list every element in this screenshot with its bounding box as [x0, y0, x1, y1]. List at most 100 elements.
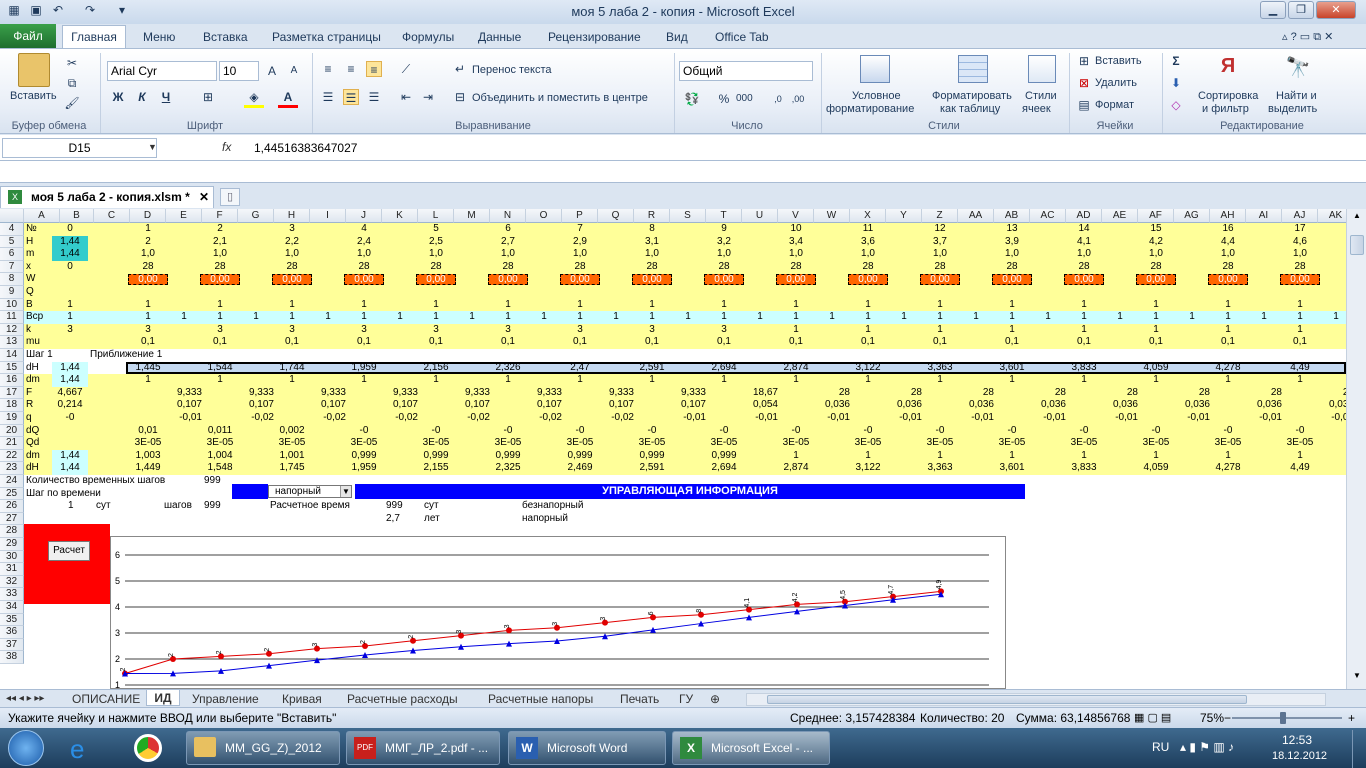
sheet-tab-curve[interactable]: Кривая [282, 691, 322, 707]
tab-data[interactable]: Данные [478, 27, 521, 47]
paste-icon[interactable] [18, 53, 50, 87]
column-header[interactable]: V [778, 209, 814, 223]
currency-icon[interactable]: 💱 [684, 91, 700, 107]
worksheet-grid[interactable]: A B C D E F G H I J K L M N O P Q R S T U V W X Y Z AA AB AC AD AE AF AG… [0, 209, 1346, 689]
row-header[interactable]: 25 [0, 487, 24, 501]
close-button[interactable]: ✕ [1316, 1, 1356, 19]
cell-styles-label-2[interactable]: ячеек [1022, 103, 1051, 115]
horizontal-scrollbar[interactable] [746, 693, 1326, 706]
tab-home[interactable]: Главная [62, 25, 126, 49]
row-header[interactable]: 5 [0, 235, 24, 249]
column-header[interactable]: C [94, 209, 130, 223]
start-button[interactable] [8, 730, 44, 766]
decrease-decimal-icon[interactable]: ,00 [790, 91, 806, 107]
autosum-icon[interactable]: Σ [1168, 53, 1184, 69]
wrap-text-icon[interactable]: ↵ [452, 61, 468, 77]
column-header[interactable]: H [274, 209, 310, 223]
row-header[interactable]: 19 [0, 412, 24, 425]
zoom-slider-track[interactable] [1232, 717, 1342, 719]
row-header[interactable]: 18 [0, 399, 24, 412]
conditional-format-label-2[interactable]: форматирование [826, 103, 914, 115]
row-header[interactable]: 21 [0, 437, 24, 450]
row-header[interactable]: 32 [0, 575, 24, 589]
sheet-tab-print[interactable]: Печать [620, 691, 659, 707]
column-header[interactable]: N [490, 209, 526, 223]
tab-menu[interactable]: Меню [143, 27, 175, 47]
font-size-select[interactable]: 10 [219, 61, 259, 81]
column-header[interactable]: Q [598, 209, 634, 223]
column-header[interactable]: AA [958, 209, 994, 223]
font-name-select[interactable]: Arial Cyr [107, 61, 217, 81]
align-top-icon[interactable]: ≡ [320, 61, 336, 77]
row-header[interactable]: 6 [0, 248, 24, 261]
scroll-thumb[interactable] [1350, 235, 1364, 255]
sheet-tab-id[interactable]: ИД [146, 690, 180, 706]
sheet-nav-icons[interactable]: ◂◂ ◂ ▸ ▸▸ [6, 691, 44, 707]
find-select-icon[interactable]: 🔭 [1284, 55, 1312, 83]
column-header[interactable]: J [346, 209, 382, 223]
column-header[interactable]: AK [1318, 209, 1346, 223]
merge-center-button[interactable]: Объединить и поместить в центре [472, 92, 648, 104]
zoom-slider-thumb[interactable] [1280, 712, 1286, 724]
namebox-dropdown-icon[interactable]: ▼ [148, 142, 157, 152]
dropdown-arrow-icon[interactable]: ▼ [340, 486, 351, 497]
format-cells-button[interactable]: Формат [1095, 99, 1134, 111]
vertical-scrollbar[interactable]: ▲ ▼ [1346, 209, 1366, 689]
column-header[interactable]: A [24, 209, 60, 223]
select-all-corner[interactable] [0, 209, 24, 223]
formula-input[interactable]: 1,44516383647027 [254, 141, 357, 155]
close-doc-tab-icon[interactable]: ✕ [199, 187, 209, 207]
paste-button[interactable]: Вставить [10, 90, 57, 102]
chrome-icon[interactable] [134, 734, 162, 762]
row-header[interactable]: 16 [0, 374, 24, 387]
scroll-down-icon[interactable]: ▼ [1350, 671, 1364, 685]
insert-cells-button[interactable]: Вставить [1095, 55, 1142, 67]
increase-decimal-icon[interactable]: ,0 [770, 91, 786, 107]
column-header[interactable]: K [382, 209, 418, 223]
insert-function-button[interactable]: fx [222, 140, 231, 154]
percent-button[interactable]: % [716, 91, 732, 107]
scroll-up-icon[interactable]: ▲ [1350, 211, 1364, 225]
chart-area[interactable]: 1 2 3 4 5 6 2 2 2 2 3 2 2 3 3 3 3 6 8 4,1 4,2 4,5 4,7 4,9 [110, 536, 1006, 689]
table-format-icon[interactable] [958, 55, 988, 83]
row-header[interactable]: 37 [0, 638, 24, 652]
row-header[interactable]: 33 [0, 588, 24, 601]
sheet-tab-heads[interactable]: Расчетные напоры [488, 691, 593, 707]
column-header[interactable]: R [634, 209, 670, 223]
thousands-button[interactable]: 000 [736, 91, 753, 107]
row-header[interactable]: 9 [0, 286, 24, 299]
bold-button[interactable]: Ж [110, 89, 126, 105]
conditional-format-icon[interactable] [860, 55, 890, 83]
tab-formulas[interactable]: Формулы [402, 27, 454, 47]
tab-file[interactable]: Файл [0, 24, 56, 48]
column-header[interactable]: I [310, 209, 346, 223]
underline-button[interactable]: Ч [158, 89, 174, 105]
tab-office-tab[interactable]: Office Tab [715, 27, 769, 47]
align-center-icon[interactable]: ☰ [343, 89, 359, 105]
row-header[interactable]: 14 [0, 349, 24, 362]
maximize-button[interactable]: ❐ [1288, 1, 1314, 19]
row-header[interactable]: 8 [0, 273, 24, 286]
tab-page-layout[interactable]: Разметка страницы [272, 27, 381, 47]
doc-tab-active[interactable]: моя 5 лаба 2 - копия.xlsm * ✕ [0, 186, 214, 208]
align-left-icon[interactable]: ☰ [320, 89, 336, 105]
name-box[interactable]: D15 [2, 138, 157, 158]
sheet-tab-flows[interactable]: Расчетные расходы [347, 691, 458, 707]
column-header[interactable]: Z [922, 209, 958, 223]
align-bottom-icon[interactable]: ≡ [366, 61, 382, 77]
insert-cells-icon[interactable]: ⊞ [1076, 53, 1092, 69]
column-header[interactable]: T [706, 209, 742, 223]
row-header[interactable]: 20 [0, 424, 24, 438]
cell-styles-label-1[interactable]: Стили [1025, 90, 1057, 102]
row-header[interactable]: 24 [0, 475, 24, 488]
calc-button[interactable]: Расчет [48, 541, 90, 561]
row-header[interactable]: 11 [0, 311, 24, 324]
column-header[interactable]: B [60, 209, 94, 223]
sort-filter-icon[interactable]: Я [1212, 55, 1244, 83]
grow-font-icon[interactable]: A [264, 63, 280, 79]
fill-icon[interactable]: ⬇ [1168, 75, 1184, 91]
row-header[interactable]: 35 [0, 613, 24, 627]
column-header[interactable]: S [670, 209, 706, 223]
column-header[interactable]: AD [1066, 209, 1102, 223]
zoom-in-icon[interactable]: + [1348, 708, 1355, 728]
